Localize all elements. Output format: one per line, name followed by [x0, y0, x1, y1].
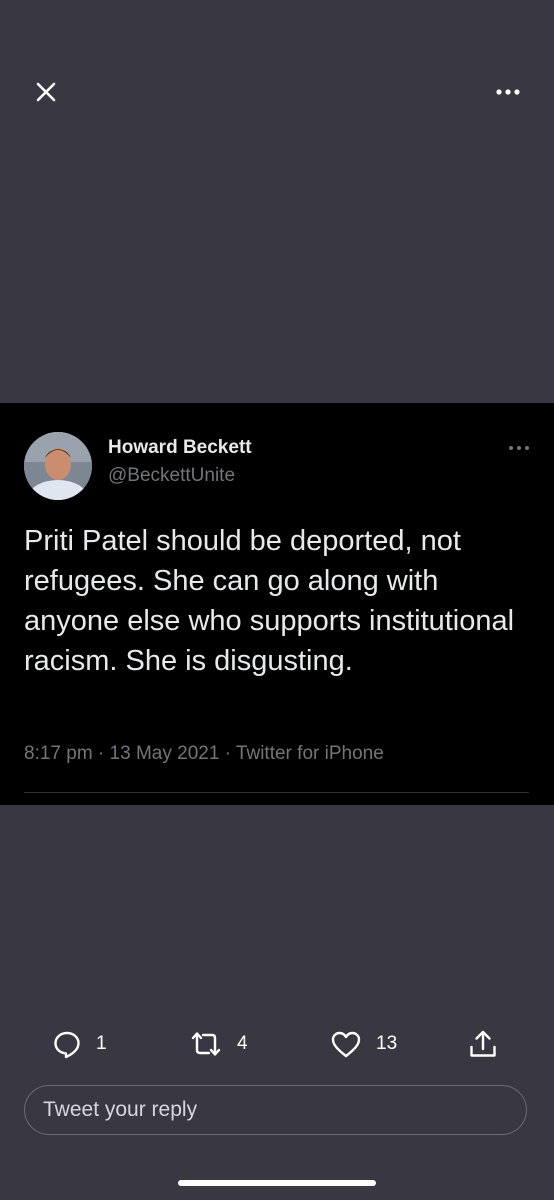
close-icon [36, 82, 56, 102]
tweet-more-icon [506, 441, 532, 455]
divider [24, 792, 529, 793]
reply-icon [54, 1031, 80, 1059]
like-button[interactable]: 13 [330, 1024, 397, 1064]
retweet-icon [191, 1032, 221, 1056]
home-indicator [178, 1180, 376, 1186]
share-button[interactable] [467, 1024, 499, 1064]
author-name: Howard Beckett [108, 437, 252, 458]
reply-count: 1 [96, 1033, 107, 1054]
action-bar: 1 4 13 [0, 1024, 554, 1064]
tweet-timestamp: 8:17 pm · 13 May 2021 · Twitter for iPho… [24, 743, 384, 764]
more-horizontal-icon [496, 89, 520, 95]
share-icon [470, 1030, 496, 1057]
reply-placeholder: Tweet your reply [43, 1098, 198, 1121]
tweet-screenshot-image[interactable]: Howard Beckett @BeckettUnite Priti Patel… [0, 403, 554, 805]
reply-button[interactable]: 1 [52, 1024, 107, 1064]
reply-input[interactable]: Tweet your reply [24, 1085, 527, 1135]
more-options-button[interactable] [492, 82, 524, 102]
like-count: 13 [376, 1033, 398, 1054]
author-handle: @BeckettUnite [108, 465, 236, 486]
close-button[interactable] [30, 76, 62, 108]
avatar [24, 432, 92, 500]
retweet-button[interactable]: 4 [189, 1024, 248, 1064]
retweet-count: 4 [237, 1033, 248, 1054]
tweet-text: Priti Patel should be deported, not refu… [24, 525, 515, 677]
heart-icon [331, 1031, 361, 1058]
